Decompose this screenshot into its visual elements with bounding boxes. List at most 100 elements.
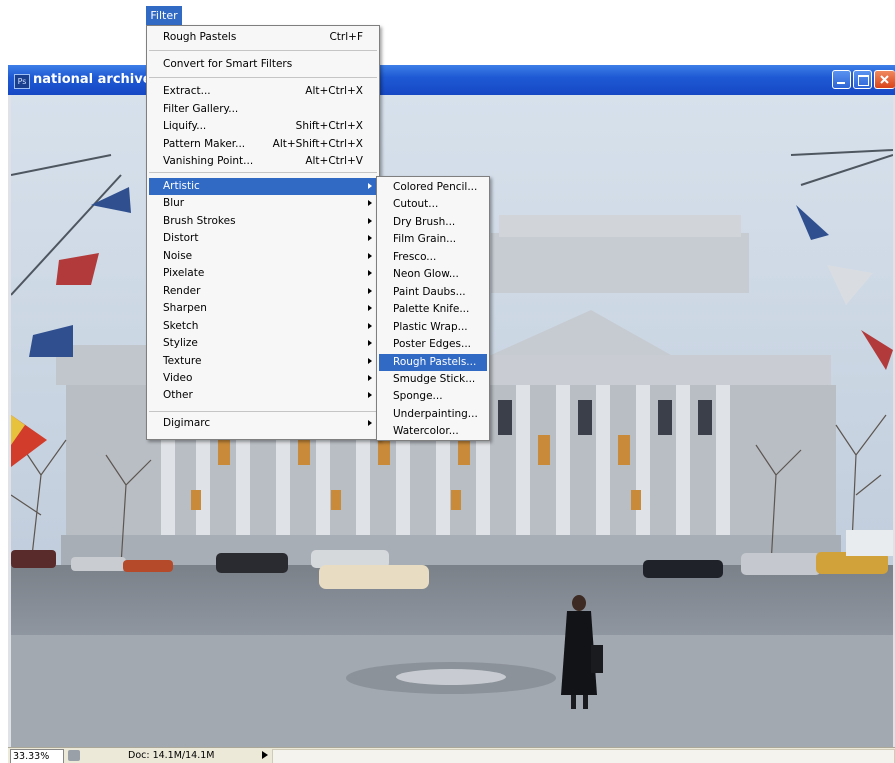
menu-divider xyxy=(149,172,377,173)
menu-item-label: Other xyxy=(163,389,193,402)
zoom-field[interactable]: 33.33% xyxy=(10,749,64,763)
minimize-button[interactable] xyxy=(832,70,851,89)
submenu-item-artistic[interactable]: Dry Brush... xyxy=(379,214,487,231)
submenu-item-artistic[interactable]: Cutout... xyxy=(379,196,487,213)
menu-item-label: Fresco... xyxy=(393,250,437,263)
submenu-item-artistic[interactable]: Palette Knife... xyxy=(379,301,487,318)
menu-item-category[interactable]: Sharpen xyxy=(149,300,377,317)
menu-item-category[interactable]: Stylize xyxy=(149,335,377,352)
menu-item-label: Neon Glow... xyxy=(393,268,459,281)
filter-menu: Rough Pastels Ctrl+F Convert for Smart F… xyxy=(146,25,380,440)
chevron-right-icon xyxy=(368,252,372,259)
submenu-item-artistic[interactable]: Poster Edges... xyxy=(379,336,487,353)
menu-item-tool[interactable]: Liquify... Shift+Ctrl+X xyxy=(149,118,377,135)
menu-item-label: Texture xyxy=(163,354,202,367)
menu-item-category[interactable]: Noise xyxy=(149,248,377,265)
menu-item-tool[interactable]: Vanishing Point... Alt+Ctrl+V xyxy=(149,153,377,170)
submenu-item-artistic[interactable]: Watercolor... xyxy=(379,423,487,440)
menu-item-label: Digimarc xyxy=(163,417,211,429)
menu-item-shortcut: Alt+Shift+Ctrl+X xyxy=(272,137,363,150)
chevron-right-icon xyxy=(368,305,372,312)
menu-item-label: Smudge Stick... xyxy=(393,372,476,385)
menu-item-label: Sharpen xyxy=(163,302,207,315)
menu-item-category[interactable]: Render xyxy=(149,283,377,300)
submenu-item-artistic[interactable]: Neon Glow... xyxy=(379,266,487,283)
doc-size: Doc: 14.1M/14.1M xyxy=(128,750,215,761)
menu-item-last-filter[interactable]: Rough Pastels Ctrl+F xyxy=(149,29,377,46)
menu-item-label: Filter Gallery... xyxy=(163,102,239,115)
menu-item-label: Blur xyxy=(163,197,185,210)
menu-item-tool[interactable]: Filter Gallery... xyxy=(149,101,377,118)
submenu-item-artistic[interactable]: Sponge... xyxy=(379,388,487,405)
status-menu-arrow-icon[interactable] xyxy=(262,751,268,759)
menu-item-label: Rough Pastels... xyxy=(393,355,477,368)
menu-item-label: Stylize xyxy=(163,337,198,350)
menu-item-label: Liquify... xyxy=(163,120,207,132)
menubar-filter[interactable]: Filter xyxy=(146,6,182,25)
photoshop-icon: Ps xyxy=(14,74,30,89)
maximize-icon xyxy=(858,75,869,86)
menu-item-category[interactable]: Artistic xyxy=(149,178,377,195)
chevron-right-icon xyxy=(368,340,372,347)
menu-divider xyxy=(149,77,377,78)
menu-item-category[interactable]: Other xyxy=(149,387,377,404)
status-bar: 33.33% Doc: 14.1M/14.1M xyxy=(8,747,895,763)
status-icon[interactable] xyxy=(68,750,80,761)
menu-item-label: Sponge... xyxy=(393,390,443,403)
menu-item-label: Plastic Wrap... xyxy=(393,320,468,333)
menu-item-label: Pattern Maker... xyxy=(163,137,246,150)
artistic-submenu: Colored Pencil... Cutout... Dry Brush... Fi… xyxy=(376,176,490,441)
menu-item-label: Convert for Smart Filters xyxy=(163,58,293,70)
menu-item-label: Watercolor... xyxy=(393,425,459,438)
close-button[interactable] xyxy=(874,70,895,89)
menu-item-category[interactable]: Distort xyxy=(149,230,377,247)
menu-item-label: Noise xyxy=(163,249,193,262)
menu-item-label: Paint Daubs... xyxy=(393,285,466,298)
menu-divider xyxy=(149,50,377,51)
menu-item-tool[interactable]: Pattern Maker... Alt+Shift+Ctrl+X xyxy=(149,136,377,153)
menu-item-digimarc[interactable]: Digimarc xyxy=(149,415,377,432)
submenu-item-artistic[interactable]: Underpainting... xyxy=(379,406,487,423)
menu-item-label: Sketch xyxy=(163,319,199,332)
menu-item-category[interactable]: Texture xyxy=(149,353,377,370)
maximize-button[interactable] xyxy=(853,70,872,89)
title-bar[interactable]: Ps national archives xyxy=(8,65,895,95)
submenu-item-artistic[interactable]: Plastic Wrap... xyxy=(379,319,487,336)
chevron-right-icon xyxy=(368,270,372,277)
menu-item-category[interactable]: Brush Strokes xyxy=(149,213,377,230)
menu-item-label: Film Grain... xyxy=(393,233,457,246)
document-title: national archives xyxy=(33,72,160,87)
menu-item-label: Vanishing Point... xyxy=(163,155,254,167)
menu-item-category[interactable]: Blur xyxy=(149,195,377,212)
menu-item-category[interactable]: Pixelate xyxy=(149,265,377,282)
close-icon xyxy=(880,75,889,84)
menu-item-label: Video xyxy=(163,371,193,384)
submenu-item-artistic[interactable]: Film Grain... xyxy=(379,231,487,248)
menu-item-label: Pixelate xyxy=(163,267,205,280)
menu-item-convert-smart-filters[interactable]: Convert for Smart Filters xyxy=(149,56,377,73)
chevron-right-icon xyxy=(368,374,372,381)
chevron-right-icon xyxy=(368,357,372,364)
menu-item-tool[interactable]: Extract... Alt+Ctrl+X xyxy=(149,83,377,100)
menu-item-category[interactable]: Video xyxy=(149,370,377,387)
chevron-right-icon xyxy=(368,287,372,294)
submenu-item-artistic[interactable]: Rough Pastels... xyxy=(379,353,487,371)
minimize-icon xyxy=(837,82,845,84)
chevron-right-icon xyxy=(368,392,372,399)
menu-item-label: Rough Pastels xyxy=(163,31,237,43)
chevron-right-icon xyxy=(368,322,372,329)
submenu-item-artistic[interactable]: Colored Pencil... xyxy=(379,179,487,196)
submenu-item-artistic[interactable]: Paint Daubs... xyxy=(379,284,487,301)
submenu-item-artistic[interactable]: Smudge Stick... xyxy=(379,371,487,388)
menu-item-label: Poster Edges... xyxy=(393,338,471,351)
chevron-right-icon xyxy=(368,217,372,224)
horizontal-scrollbar[interactable] xyxy=(272,749,895,763)
menu-item-category[interactable]: Sketch xyxy=(149,318,377,335)
menu-item-shortcut: Alt+Ctrl+V xyxy=(305,155,363,167)
menu-item-label: Distort xyxy=(163,232,199,245)
menu-item-shortcut: Alt+Ctrl+X xyxy=(305,85,363,97)
menu-item-label: Underpainting... xyxy=(393,407,478,420)
menu-item-shortcut: Ctrl+F xyxy=(329,31,363,43)
chevron-right-icon xyxy=(368,200,372,207)
submenu-item-artistic[interactable]: Fresco... xyxy=(379,249,487,266)
